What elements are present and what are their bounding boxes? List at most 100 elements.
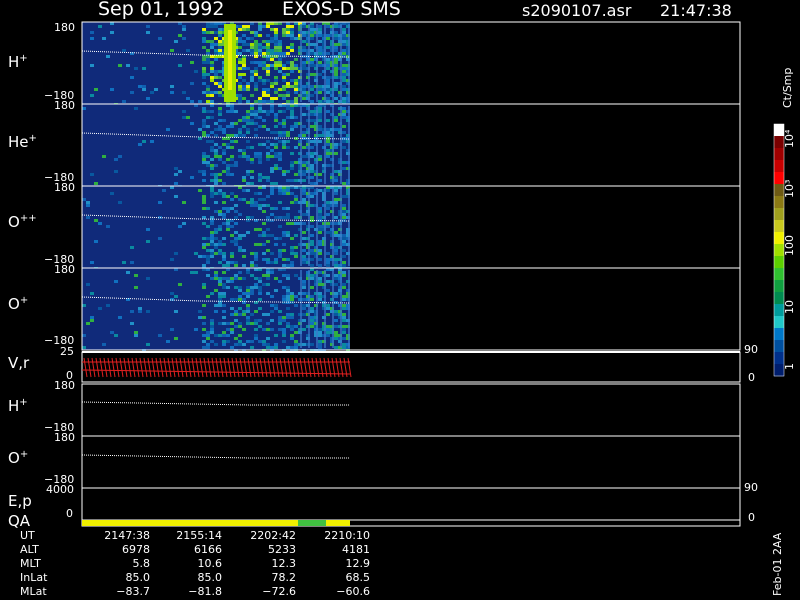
heatmap-cell bbox=[282, 249, 286, 252]
heatmap-cell bbox=[318, 125, 322, 128]
heatmap-cell bbox=[234, 110, 238, 113]
heatmap-cell bbox=[342, 107, 346, 110]
heatmap-cell bbox=[294, 295, 298, 298]
heatmap-cell bbox=[250, 107, 254, 110]
heatmap-cell bbox=[278, 140, 282, 143]
heatmap-cell bbox=[114, 170, 118, 173]
heatmap-cell bbox=[266, 274, 270, 277]
heatmap-cell bbox=[310, 264, 314, 267]
heatmap-cell bbox=[218, 94, 222, 97]
heatmap-cell bbox=[206, 258, 210, 261]
heatmap-cell bbox=[274, 125, 278, 128]
heatmap-cell bbox=[334, 46, 338, 49]
heatmap-cell bbox=[290, 67, 294, 70]
heatmap-streak bbox=[324, 188, 326, 266]
heatmap-cell bbox=[250, 122, 254, 125]
info-value: 12.3 bbox=[271, 557, 297, 570]
heatmap-cell bbox=[198, 316, 202, 319]
heatmap-cell bbox=[290, 128, 294, 131]
heatmap-cell bbox=[254, 286, 258, 289]
heatmap-cell bbox=[222, 252, 226, 255]
o2-trace bbox=[81, 454, 350, 459]
heatmap-cell bbox=[246, 67, 250, 70]
heatmap-cell bbox=[334, 88, 338, 91]
heatmap-cell bbox=[326, 331, 330, 334]
spectrogram-plot bbox=[81, 21, 785, 527]
info-value: −83.7 bbox=[116, 585, 150, 598]
heatmap-cell bbox=[270, 131, 274, 134]
heatmap-streak bbox=[300, 270, 302, 348]
heatmap-cell bbox=[266, 313, 270, 316]
heatmap-cell bbox=[214, 210, 218, 213]
heatmap-streak bbox=[308, 106, 310, 184]
heatmap-cell bbox=[250, 79, 254, 82]
heatmap-cell bbox=[342, 161, 346, 164]
heatmap-cell bbox=[238, 340, 242, 343]
heatmap-cell bbox=[302, 298, 306, 301]
heatmap-cell bbox=[250, 340, 254, 343]
heatmap-cell bbox=[334, 143, 338, 146]
heatmap-cell bbox=[318, 31, 322, 34]
heatmap-cell bbox=[210, 61, 214, 64]
heatmap-cell bbox=[242, 97, 246, 100]
heatmap-cell bbox=[302, 85, 306, 88]
heatmap-cell bbox=[286, 131, 290, 134]
heatmap-cell bbox=[210, 158, 214, 161]
heatmap-cell bbox=[214, 82, 218, 85]
heatmap-cell bbox=[286, 94, 290, 97]
heatmap-cell bbox=[174, 195, 178, 198]
heatmap-cell bbox=[274, 31, 278, 34]
heatmap-cell bbox=[334, 58, 338, 61]
heatmap-cell bbox=[262, 274, 266, 277]
heatmap-cell bbox=[258, 61, 262, 64]
heatmap-cell bbox=[258, 280, 262, 283]
heatmap-cell bbox=[246, 310, 250, 313]
heatmap-cell bbox=[342, 40, 346, 43]
heatmap-cell bbox=[310, 49, 314, 52]
heatmap-cell bbox=[206, 88, 210, 91]
heatmap-cell bbox=[334, 325, 338, 328]
heatmap-cell bbox=[310, 182, 314, 185]
heatmap-cell bbox=[218, 228, 222, 231]
heatmap-cell bbox=[286, 298, 290, 301]
heatmap-cell bbox=[274, 46, 278, 49]
heatmap-cell bbox=[238, 46, 242, 49]
heatmap-cell bbox=[118, 64, 122, 67]
heatmap-cell bbox=[302, 243, 306, 246]
heatmap-cell bbox=[170, 292, 174, 295]
heatmap-cell bbox=[286, 82, 290, 85]
heatmap-cell bbox=[158, 37, 162, 40]
heatmap-cell bbox=[342, 264, 346, 267]
heatmap-cell bbox=[210, 222, 214, 225]
heatmap-cell bbox=[266, 67, 270, 70]
heatmap-cell bbox=[226, 158, 230, 161]
vr-mark bbox=[295, 357, 300, 378]
heatmap-cell bbox=[274, 113, 278, 116]
heatmap-cell bbox=[238, 286, 242, 289]
heatmap-cell bbox=[342, 31, 346, 34]
vr-mark bbox=[139, 357, 144, 378]
heatmap-cell bbox=[218, 283, 222, 286]
heatmap-cell bbox=[242, 292, 246, 295]
heatmap-cell bbox=[302, 161, 306, 164]
heatmap-cell bbox=[278, 88, 282, 91]
heatmap-cell bbox=[266, 100, 270, 103]
heatmap-cell bbox=[310, 216, 314, 219]
heatmap-cell bbox=[290, 252, 294, 255]
heatmap-cell bbox=[246, 304, 250, 307]
heatmap-cell bbox=[130, 261, 134, 264]
heatmap-cell bbox=[282, 286, 286, 289]
heatmap-cell bbox=[230, 331, 234, 334]
heatmap-cell bbox=[214, 128, 218, 131]
heatmap-cell bbox=[98, 222, 102, 225]
heatmap-cell bbox=[286, 322, 290, 325]
heatmap-cell bbox=[206, 85, 210, 88]
heatmap-cell bbox=[318, 228, 322, 231]
heatmap-cell bbox=[210, 234, 214, 237]
heatmap-cell bbox=[318, 179, 322, 182]
heatmap-cell bbox=[342, 325, 346, 328]
heatmap-cell bbox=[286, 179, 290, 182]
heatmap-cell bbox=[254, 252, 258, 255]
heatmap-cell bbox=[294, 234, 298, 237]
heatmap-cell bbox=[318, 28, 322, 31]
